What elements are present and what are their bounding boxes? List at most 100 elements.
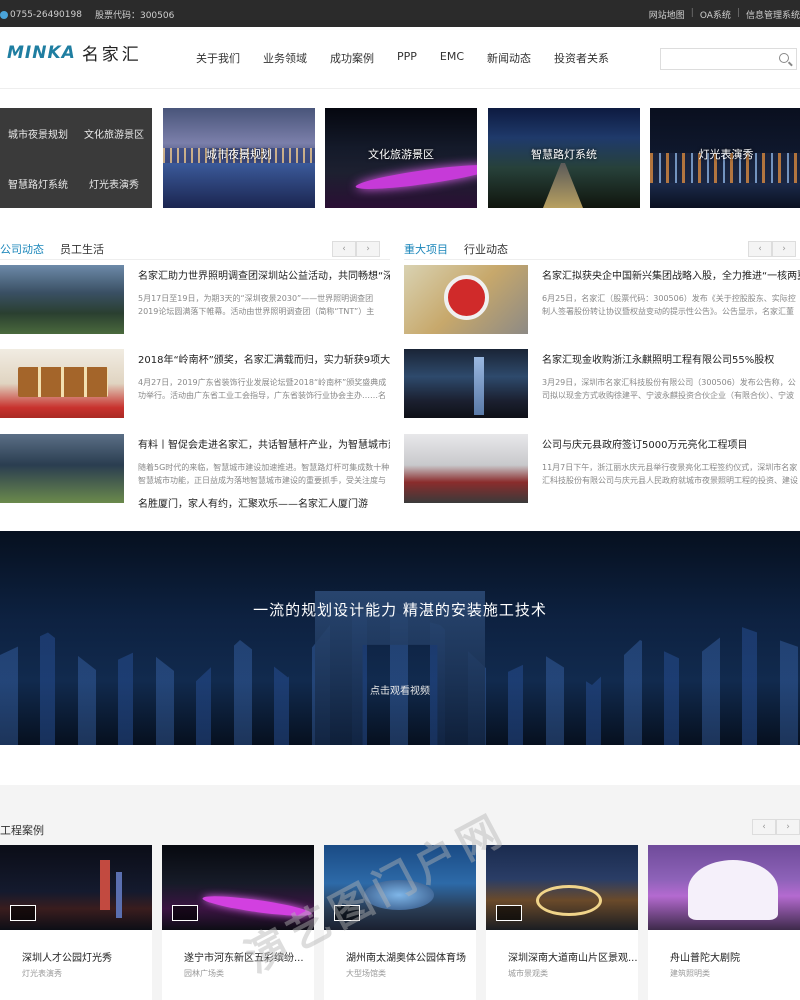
case-badge [10, 905, 36, 921]
case-type: 建筑照明类 [670, 969, 710, 978]
news-summary: 6月25日，名家汇（股票代码：300506）发布《关于控股股东、实际控制人签署股… [542, 294, 796, 316]
logo[interactable]: MINKA 名家汇 [7, 40, 142, 66]
next-button[interactable]: › [356, 241, 380, 257]
tile-image [163, 163, 315, 208]
next-button[interactable]: › [776, 819, 800, 835]
news-summary: 4月27日，2019广东省装饰行业发展论坛暨2018“岭南杯”颁奖盛典成功举行。… [138, 378, 387, 400]
news-item[interactable]: 有料丨智促会走进名家汇，共话智慧杆产业，为智慧城市建设... 随着5G时代的来临… [0, 434, 390, 504]
tile-smart-streetlight[interactable]: 智慧路灯系统 [488, 108, 640, 208]
news-thumbnail [0, 265, 124, 334]
oa-system-link[interactable]: OA系统 [700, 8, 731, 21]
case-card[interactable]: 遂宁市河东新区五彩缤纷... 园林广场类 [162, 845, 314, 1000]
news-pager: ‹ › [332, 241, 380, 257]
logo-cn: 名家汇 [81, 45, 142, 65]
case-type: 大型场馆类 [346, 969, 386, 978]
nav-about[interactable]: 关于我们 [196, 50, 240, 66]
tile-label: 灯光表演秀 [698, 148, 754, 161]
tile-label: 城市夜景规划 [206, 148, 272, 161]
news-item[interactable]: 2018年“岭南杯”颁奖，名家汇满载而归，实力斩获9项大奖！ 4月27日，201… [0, 349, 390, 419]
prev-button[interactable]: ‹ [332, 241, 356, 257]
news-pager: ‹ › [748, 241, 796, 257]
nav-business[interactable]: 业务领域 [263, 50, 307, 66]
prev-button[interactable]: ‹ [748, 241, 772, 257]
top-bar-links: 网站地图 | OA系统 | 信息管理系统 [649, 8, 800, 21]
news-item[interactable]: 名家汇现金收购浙江永麒照明工程有限公司55%股权 3月29日，深圳市名家汇科技股… [404, 349, 800, 419]
news-title[interactable]: 公司与庆元县政府签订5000万元亮化工程项目 [542, 436, 800, 451]
tab-staff-life[interactable]: 员工生活 [60, 241, 104, 259]
prev-button[interactable]: ‹ [752, 819, 776, 835]
separator: | [690, 8, 694, 18]
tile-culture-tourism[interactable]: 文化旅游景区 [325, 108, 477, 208]
nav-news[interactable]: 新闻动态 [487, 50, 531, 66]
play-video-link[interactable]: 点击观看视频 [0, 682, 800, 697]
header: MINKA 名家汇 关于我们 业务领域 成功案例 PPP EMC 新闻动态 投资… [0, 27, 800, 89]
next-button[interactable]: › [772, 241, 796, 257]
phone-number: 0755-26490198 [10, 9, 82, 20]
menu-light-show[interactable]: 灯光表演秀 [76, 158, 152, 208]
case-badge [496, 905, 522, 921]
case-title: 湖州南太湖奥体公园体育场 [346, 953, 466, 964]
case-card[interactable]: 舟山普陀大剧院 建筑照明类 [648, 845, 800, 1000]
news-item[interactable]: 名家汇助力世界照明调查团深圳站公益活动，共同畅想“深圳... 5月17日至19日… [0, 265, 390, 335]
cases-heading: 工程案例 [0, 824, 44, 837]
news-summary: 随着5G时代的来临，智慧城市建设加速推进。智慧路灯杆可集成数十种智慧城市功能，正… [138, 463, 390, 485]
nav-cases[interactable]: 成功案例 [330, 50, 374, 66]
tile-city-night[interactable]: 城市夜景规划 [163, 108, 315, 208]
news-title[interactable]: 有料丨智促会走进名家汇，共话智慧杆产业，为智慧城市建设... [138, 436, 390, 451]
news-thumbnail [404, 434, 528, 503]
case-title: 深圳人才公园灯光秀 [22, 953, 112, 964]
case-card[interactable]: 深圳人才公园灯光秀 灯光表演秀 [0, 845, 152, 1000]
news-title[interactable]: 名家汇助力世界照明调查团深圳站公益活动，共同畅想“深圳... [138, 267, 390, 282]
sitemap-link[interactable]: 网站地图 [649, 8, 685, 21]
tile-light-show[interactable]: 灯光表演秀 [650, 108, 800, 208]
company-news-section: 公司动态 员工生活 ‹ › 名家汇助力世界照明调查团深圳站公益活动，共同畅想“深… [0, 240, 390, 503]
case-badge [172, 905, 198, 921]
case-title: 舟山普陀大剧院 [670, 953, 740, 964]
video-banner[interactable]: 一流的规划设计能力 精湛的安装施工技术 点击观看视频 [0, 531, 800, 745]
cases-section: 工程案例 ‹ › 深圳人才公园灯光秀 灯光表演秀 遂宁市河东新区五彩缤纷... … [0, 785, 800, 1000]
case-type: 园林广场类 [184, 969, 224, 978]
tower-image [474, 357, 484, 415]
business-tiles: 城市夜景规划 文化旅游景区 智慧路灯系统 灯光表演秀 城市夜景规划 文化旅游景区… [0, 108, 800, 209]
tile-image [354, 160, 477, 194]
cases-pager: ‹ › [752, 819, 800, 835]
tab-company-news[interactable]: 公司动态 [0, 241, 44, 259]
phone-icon [0, 10, 8, 19]
news-title[interactable]: 名家汇现金收购浙江永麒照明工程有限公司55%股权 [542, 351, 800, 366]
menu-culture-tourism[interactable]: 文化旅游景区 [76, 108, 152, 158]
menu-smart-streetlight[interactable]: 智慧路灯系统 [0, 158, 76, 208]
top-bar: 0755-26490198 股票代码：300506 网站地图 | OA系统 | … [0, 0, 800, 27]
case-image [648, 845, 800, 930]
puzzle-image [444, 275, 489, 320]
news-thumbnail [0, 434, 124, 503]
news-summary: 3月29日，深圳市名家汇科技股份有限公司（300506）发布公告称，公司拟以现金… [542, 378, 796, 400]
case-card[interactable]: 深圳深南大道南山片区景观... 城市景观类 [486, 845, 638, 1000]
news-item[interactable]: 公司与庆元县政府签订5000万元亮化工程项目 11月7日下午，浙江丽水庆元县举行… [404, 434, 800, 504]
nav-ppp[interactable]: PPP [397, 50, 417, 66]
news-summary: 5月17日至19日，为期3天的“深圳夜景2030”——世界照明调查团2019论坛… [138, 294, 375, 316]
award-image [18, 367, 108, 397]
banner-slogan: 一流的规划设计能力 精湛的安装施工技术 [253, 601, 547, 619]
search-icon[interactable] [779, 53, 789, 63]
case-title: 遂宁市河东新区五彩缤纷... [184, 953, 304, 964]
case-card[interactable]: 湖州南太湖奥体公园体育场 大型场馆类 [324, 845, 476, 1000]
tab-industry-news[interactable]: 行业动态 [464, 241, 508, 259]
main-nav: 关于我们 业务领域 成功案例 PPP EMC 新闻动态 投资者关系 [196, 50, 632, 66]
case-type: 城市景观类 [508, 969, 548, 978]
news-title[interactable]: 2018年“岭南杯”颁奖，名家汇满载而归，实力斩获9项大奖！ [138, 351, 390, 366]
menu-city-night[interactable]: 城市夜景规划 [0, 108, 76, 158]
tile-label: 文化旅游景区 [368, 148, 434, 161]
search-input[interactable] [661, 49, 771, 69]
info-system-link[interactable]: 信息管理系统 [746, 8, 800, 21]
news-item[interactable]: 名家汇拟获央企中国新兴集团战略入股，全力推进“一核两翼... 6月25日，名家汇… [404, 265, 800, 335]
news-title[interactable]: 名家汇拟获央企中国新兴集团战略入股，全力推进“一核两翼... [542, 267, 800, 282]
stock-code: 股票代码：300506 [94, 11, 175, 21]
search-box [660, 48, 797, 70]
news-thumbnail [404, 349, 528, 418]
news-summary: 11月7日下午，浙江丽水庆元县举行夜景亮化工程签约仪式，深圳市名家汇科技股份有限… [542, 463, 798, 485]
case-type: 灯光表演秀 [22, 969, 62, 978]
nav-emc[interactable]: EMC [440, 50, 464, 66]
news-extra-link[interactable]: 名胜厦门，家人有约，汇聚欢乐——名家汇人厦门游 [138, 495, 368, 510]
nav-investors[interactable]: 投资者关系 [554, 50, 609, 66]
tab-major-projects[interactable]: 重大项目 [404, 241, 448, 259]
